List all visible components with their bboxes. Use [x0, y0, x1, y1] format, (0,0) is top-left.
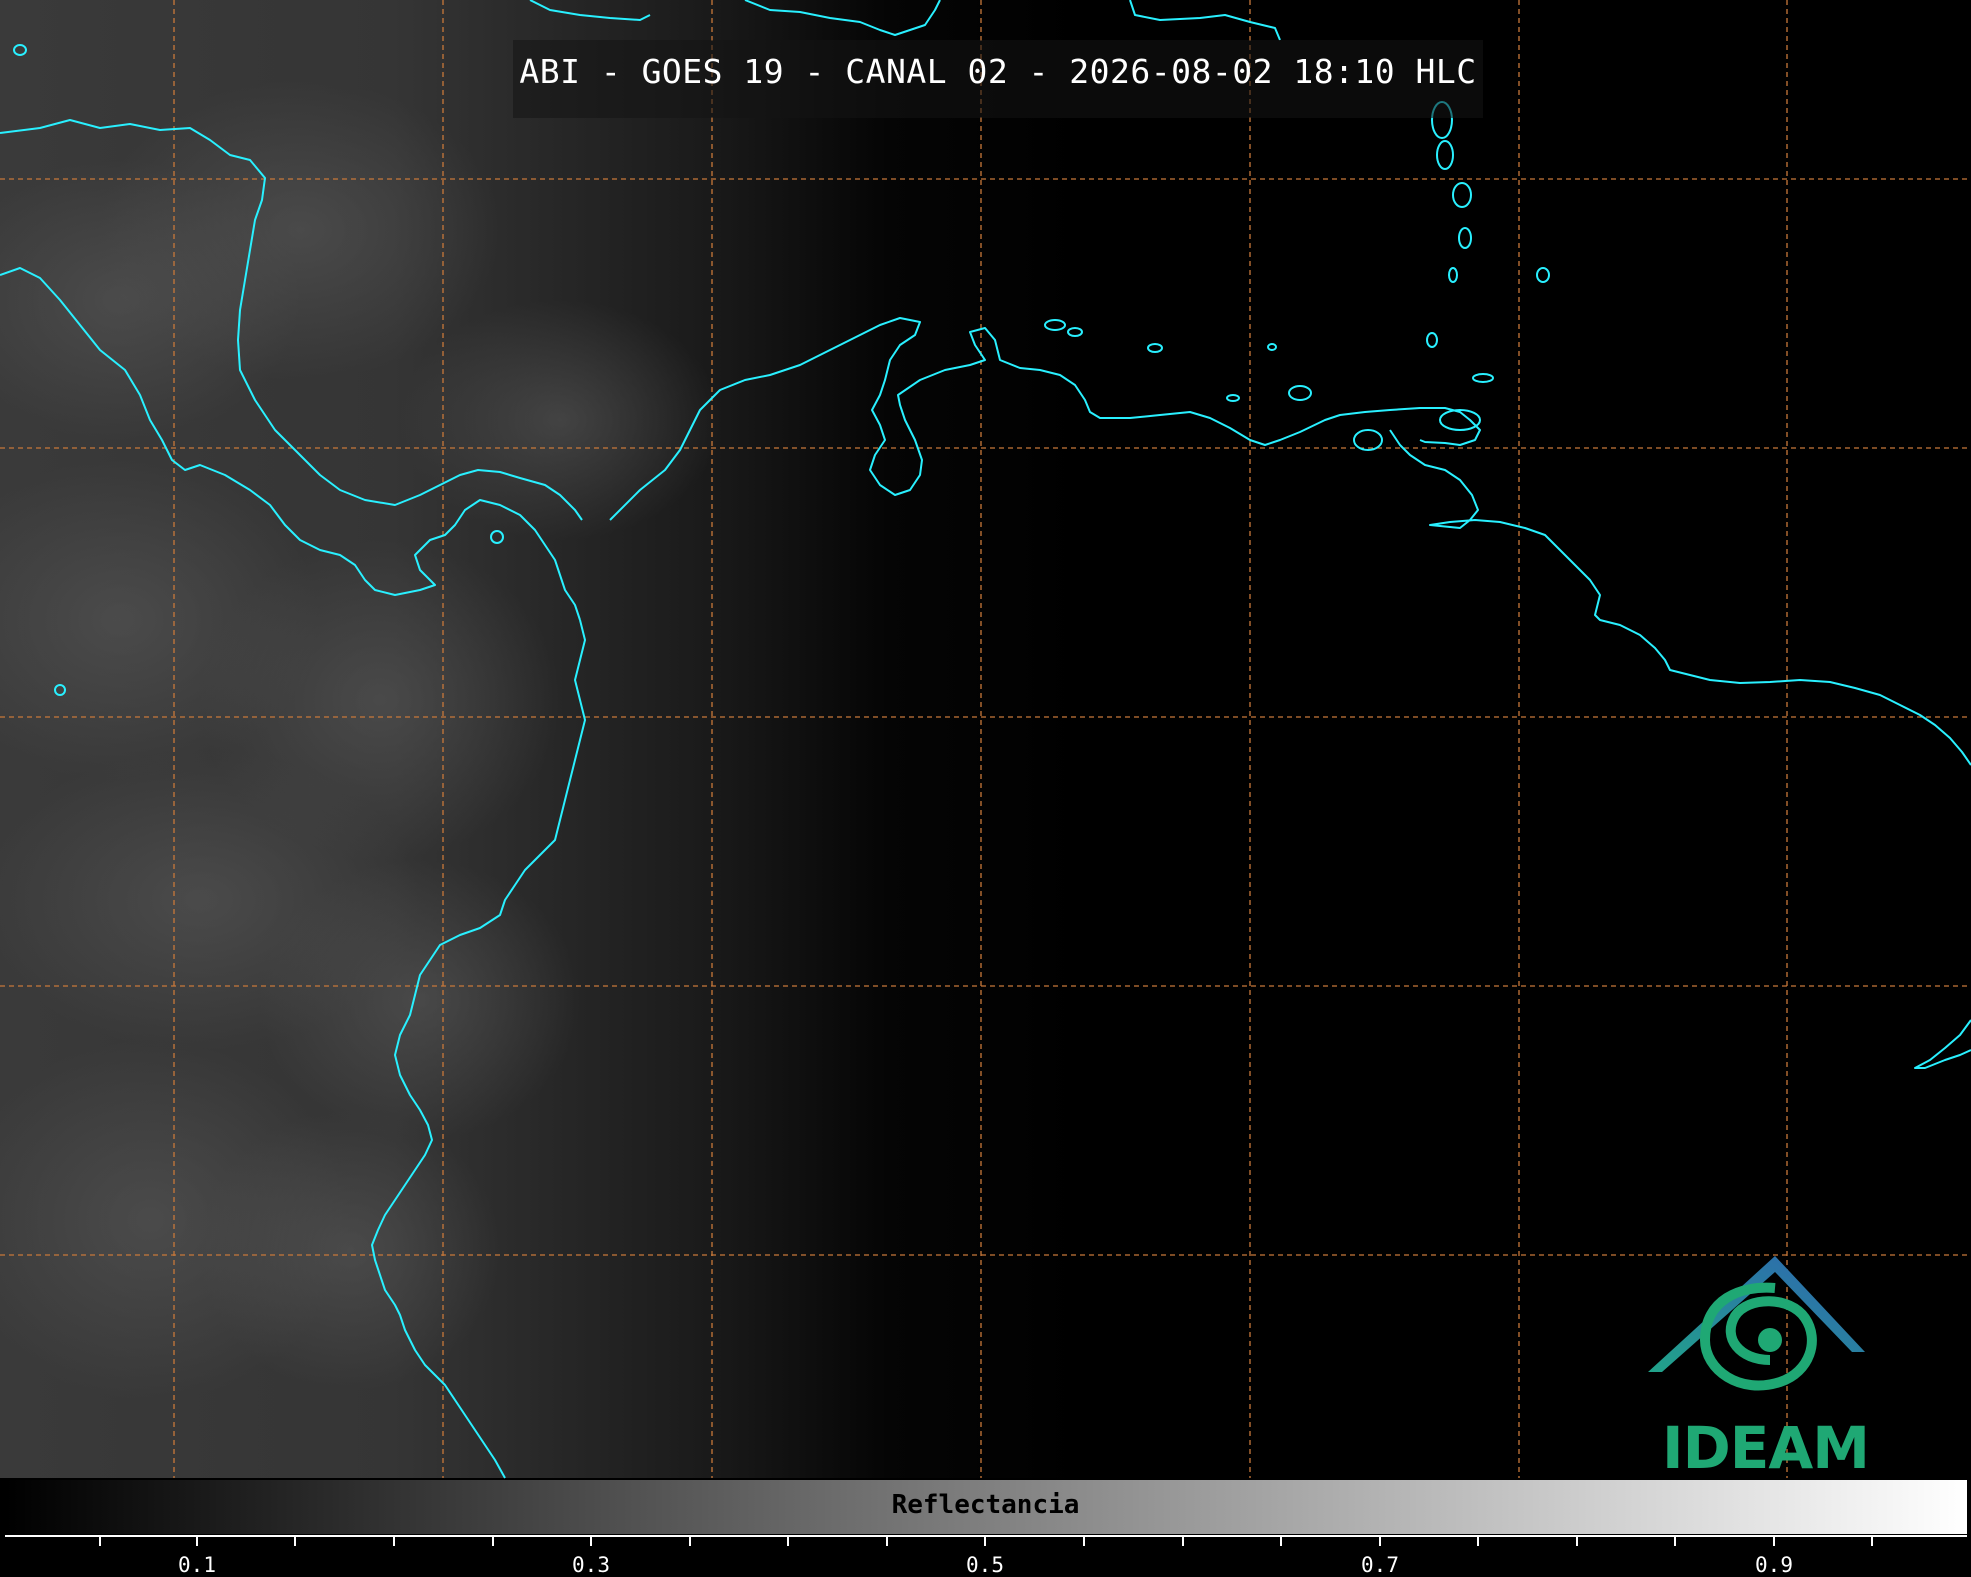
ideam-logo-text: IDEAM: [1662, 1414, 1870, 1482]
colorbar-label: Reflectancia: [891, 1490, 1080, 1520]
map-title: ABI - GOES 19 - CANAL 02 - 2026-08-02 18…: [519, 52, 1477, 91]
colorbar-tick-label: 0.5: [966, 1553, 1004, 1577]
colorbar-tick-label: 0.1: [178, 1553, 216, 1577]
colorbar-tick-label: 0.9: [1755, 1553, 1793, 1577]
satellite-map: [0, 0, 1971, 1546]
logo-eye: [1758, 1328, 1782, 1352]
colorbar-tick-label: 0.7: [1361, 1553, 1399, 1577]
colorbar-tick-label: 0.3: [572, 1553, 610, 1577]
colorbar-ticks: [99, 1536, 1873, 1546]
